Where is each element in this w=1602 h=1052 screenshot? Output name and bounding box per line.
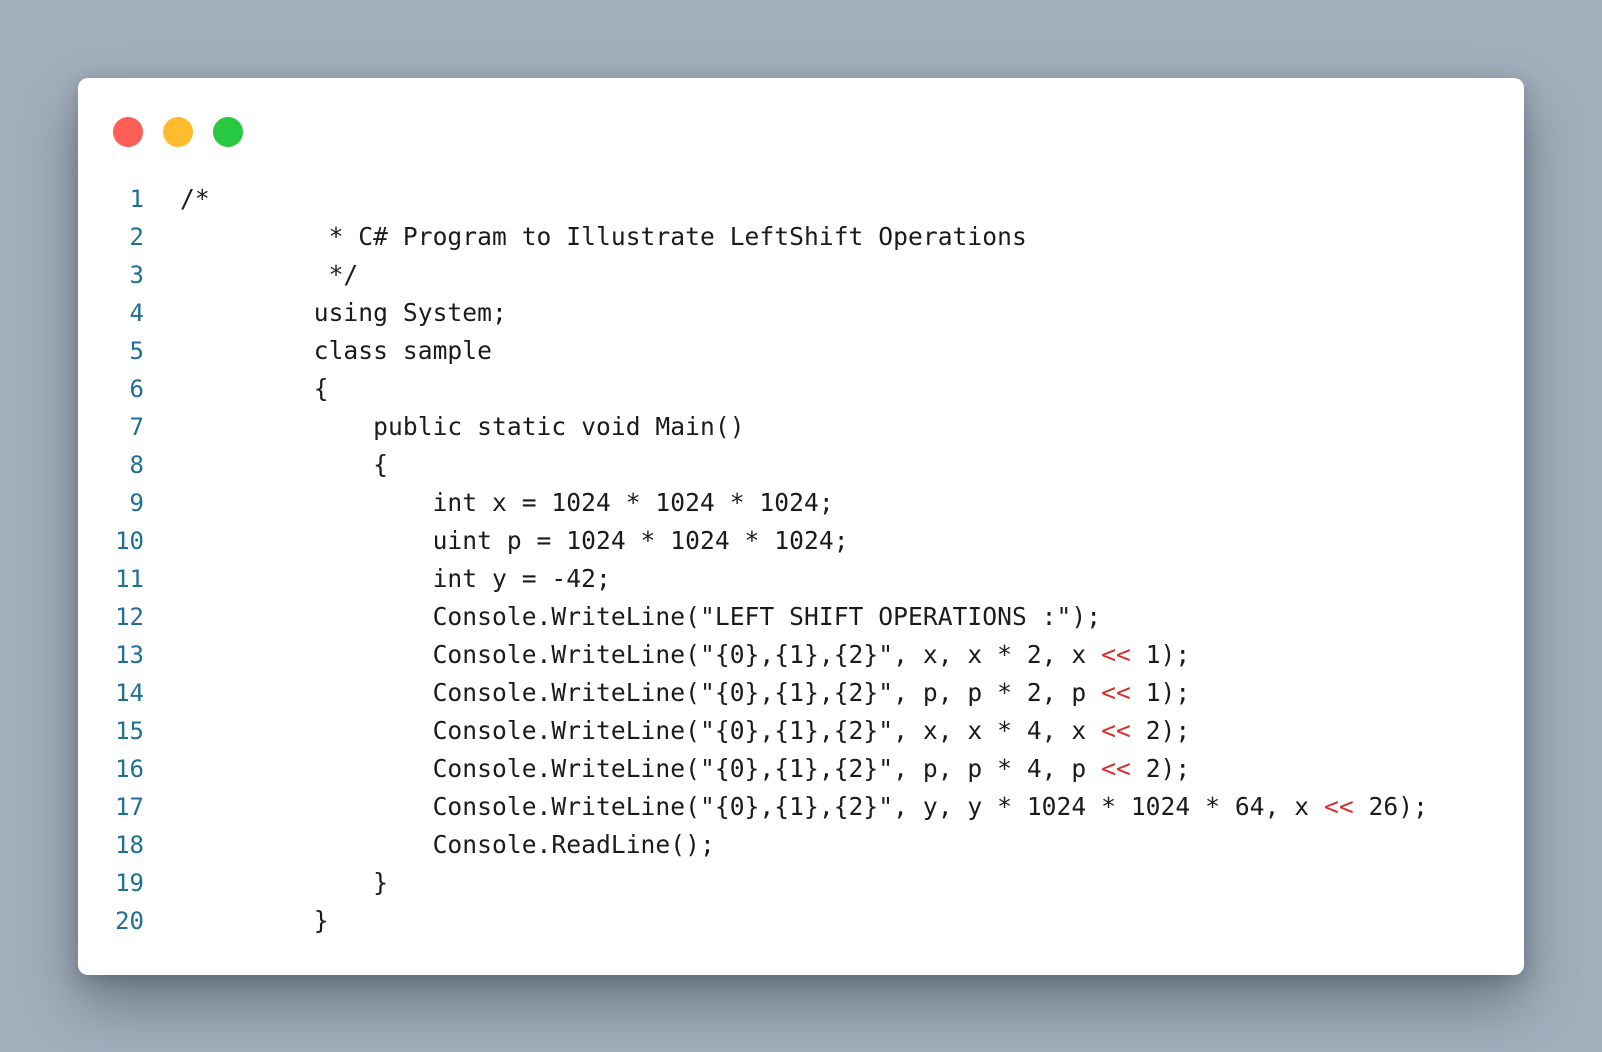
line-number: 12 [115, 603, 144, 631]
line-number: 16 [115, 755, 144, 783]
code-text: Console.WriteLine("LEFT SHIFT OPERATIONS… [180, 598, 1102, 636]
code-token: uint p = 1024 * 1024 * 1024; [180, 526, 849, 555]
code-token: 1); [1130, 678, 1191, 707]
line-number: 6 [129, 375, 144, 403]
code-token: { [180, 450, 388, 479]
code-line: 20 } [78, 902, 1524, 940]
line-number: 15 [115, 717, 144, 745]
line-number: 3 [129, 261, 144, 289]
code-token: 2); [1130, 716, 1191, 745]
code-token: 26); [1353, 792, 1428, 821]
code-window: 1 /* 2 * C# Program to Illustrate LeftShif… [78, 78, 1524, 975]
maximize-button[interactable] [213, 117, 243, 147]
line-number: 13 [115, 641, 144, 669]
code-token: using System; [180, 298, 507, 327]
code-line: 4 using System; [78, 294, 1524, 332]
code-text: uint p = 1024 * 1024 * 1024; [180, 522, 849, 560]
shift-operator: << [1101, 754, 1131, 783]
code-text: Console.ReadLine(); [180, 826, 715, 864]
code-line: 16 Console.WriteLine("{0},{1},{2}", p, p… [78, 750, 1524, 788]
code-text: Console.WriteLine("{0},{1},{2}", x, x * … [180, 636, 1191, 674]
code-text: * C# Program to Illustrate LeftShift Ope… [180, 218, 1027, 256]
code-line: 12 Console.WriteLine("LEFT SHIFT OPERATI… [78, 598, 1524, 636]
code-text: public static void Main() [180, 408, 745, 446]
line-number: 7 [129, 413, 144, 441]
code-text: } [180, 902, 329, 940]
code-token: Console.WriteLine("LEFT SHIFT OPERATIONS… [180, 602, 1102, 631]
code-token: */ [180, 260, 359, 289]
code-line: 3 */ [78, 256, 1524, 294]
code-token: Console.ReadLine(); [180, 830, 715, 859]
code-text: { [180, 370, 329, 408]
code-text: Console.WriteLine("{0},{1},{2}", y, y * … [180, 788, 1428, 826]
code-token: 2); [1130, 754, 1191, 783]
code-line: 2 * C# Program to Illustrate LeftShift O… [78, 218, 1524, 256]
code-line: 6 { [78, 370, 1524, 408]
line-number: 14 [115, 679, 144, 707]
code-line: 17 Console.WriteLine("{0},{1},{2}", y, y… [78, 788, 1524, 826]
code-text: int y = -42; [180, 560, 611, 598]
code-token: Console.WriteLine("{0},{1},{2}", x, x * … [180, 640, 1102, 669]
line-number: 11 [115, 565, 144, 593]
shift-operator: << [1101, 716, 1131, 745]
line-number: 10 [115, 527, 144, 555]
code-line: 7 public static void Main() [78, 408, 1524, 446]
code-token: } [180, 906, 329, 935]
shift-operator: << [1101, 678, 1131, 707]
line-number: 1 [129, 185, 144, 213]
code-token: int x = 1024 * 1024 * 1024; [180, 488, 834, 517]
line-number: 18 [115, 831, 144, 859]
code-line: 1 /* [78, 180, 1524, 218]
shift-operator: << [1101, 640, 1131, 669]
code-line: 11 int y = -42; [78, 560, 1524, 598]
line-number: 4 [129, 299, 144, 327]
code-token: public static void Main() [180, 412, 745, 441]
code-token: } [180, 868, 388, 897]
code-token: Console.WriteLine("{0},{1},{2}", y, y * … [180, 792, 1324, 821]
code-token: Console.WriteLine("{0},{1},{2}", p, p * … [180, 678, 1102, 707]
line-number: 5 [129, 337, 144, 365]
code-line: 10 uint p = 1024 * 1024 * 1024; [78, 522, 1524, 560]
code-text: class sample [180, 332, 492, 370]
code-line: 8 { [78, 446, 1524, 484]
minimize-button[interactable] [163, 117, 193, 147]
code-token: /* [180, 184, 210, 213]
code-token: int y = -42; [180, 564, 611, 593]
code-text: Console.WriteLine("{0},{1},{2}", x, x * … [180, 712, 1191, 750]
line-number: 9 [129, 489, 144, 517]
window-controls [113, 117, 243, 147]
code-text: using System; [180, 294, 507, 332]
code-text: */ [180, 256, 359, 294]
shift-operator: << [1323, 792, 1354, 821]
code-line: 18 Console.ReadLine(); [78, 826, 1524, 864]
code-text: Console.WriteLine("{0},{1},{2}", p, p * … [180, 750, 1191, 788]
code-token: class sample [180, 336, 492, 365]
line-number: 8 [129, 451, 144, 479]
code-block: 1 /* 2 * C# Program to Illustrate LeftShif… [78, 180, 1524, 940]
code-line: 15 Console.WriteLine("{0},{1},{2}", x, x… [78, 712, 1524, 750]
code-line: 9 int x = 1024 * 1024 * 1024; [78, 484, 1524, 522]
code-text: } [180, 864, 388, 902]
code-line: 5 class sample [78, 332, 1524, 370]
code-token: { [180, 374, 329, 403]
code-line: 14 Console.WriteLine("{0},{1},{2}", p, p… [78, 674, 1524, 712]
code-text: Console.WriteLine("{0},{1},{2}", p, p * … [180, 674, 1191, 712]
code-line: 13 Console.WriteLine("{0},{1},{2}", x, x… [78, 636, 1524, 674]
line-number: 19 [115, 869, 144, 897]
code-line: 19 } [78, 864, 1524, 902]
line-number: 17 [115, 793, 144, 821]
close-button[interactable] [113, 117, 143, 147]
code-token: 1); [1130, 640, 1191, 669]
code-text: int x = 1024 * 1024 * 1024; [180, 484, 834, 522]
code-token: Console.WriteLine("{0},{1},{2}", x, x * … [180, 716, 1102, 745]
code-text: { [180, 446, 388, 484]
code-token: * C# Program to Illustrate LeftShift Ope… [180, 222, 1027, 251]
line-number: 2 [129, 223, 144, 251]
code-token: Console.WriteLine("{0},{1},{2}", p, p * … [180, 754, 1102, 783]
line-number: 20 [115, 907, 144, 935]
code-text: /* [180, 180, 210, 218]
